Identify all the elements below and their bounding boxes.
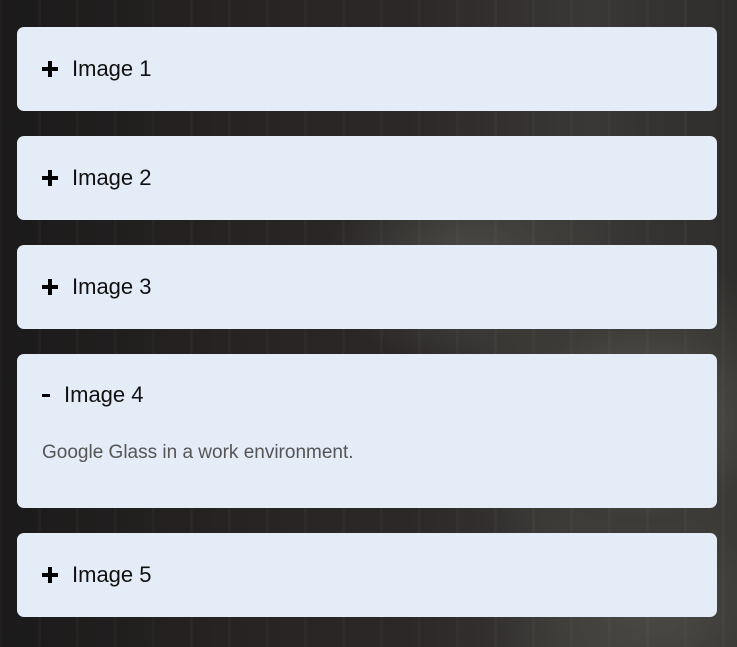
accordion-header-image-4[interactable]: Image 4 [17,354,717,436]
accordion-header-image-2[interactable]: Image 2 [17,136,717,220]
plus-icon [42,169,58,187]
minus-icon [42,386,50,404]
accordion-title: Image 4 [64,382,144,407]
image-accordion: Image 1 Image 2 Image 3 Image 4 Google G… [17,27,717,642]
accordion-title: Image 3 [72,274,152,299]
accordion-item-image-4: Image 4 Google Glass in a work environme… [17,354,717,508]
plus-icon [42,60,58,78]
plus-icon [42,278,58,296]
accordion-item-image-1: Image 1 [17,27,717,111]
accordion-title: Image 5 [72,562,152,587]
accordion-header-image-5[interactable]: Image 5 [17,533,717,617]
accordion-title: Image 2 [72,165,152,190]
accordion-item-image-5: Image 5 [17,533,717,617]
accordion-item-image-3: Image 3 [17,245,717,329]
accordion-header-image-3[interactable]: Image 3 [17,245,717,329]
accordion-title: Image 1 [72,56,152,81]
accordion-content: Google Glass in a work environment. [42,442,354,463]
accordion-header-image-1[interactable]: Image 1 [17,27,717,111]
plus-icon [42,566,58,584]
accordion-item-image-2: Image 2 [17,136,717,220]
